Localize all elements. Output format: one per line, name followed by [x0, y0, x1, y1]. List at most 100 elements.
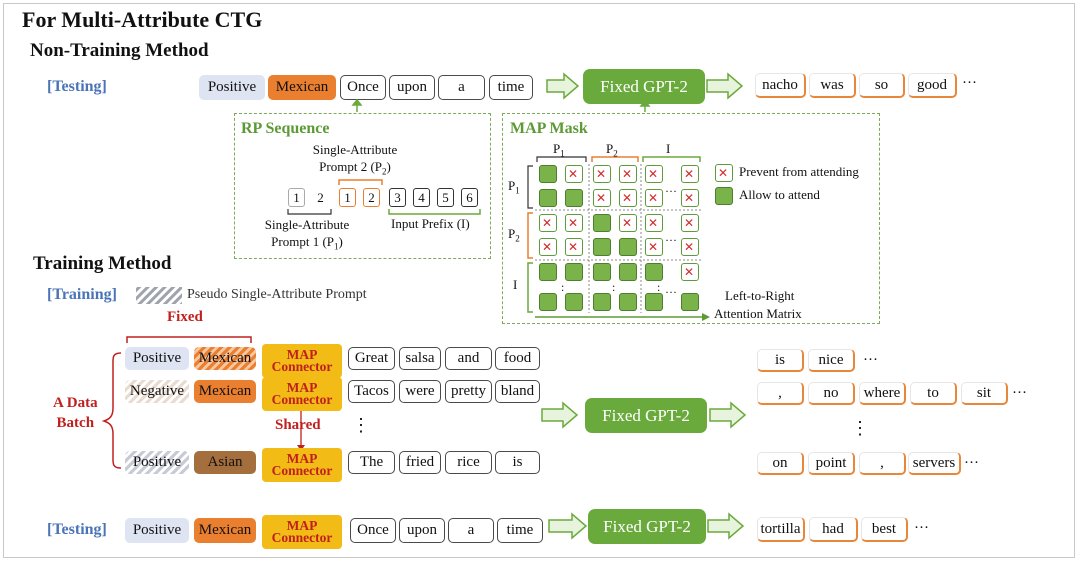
mask-cell-prevent: [539, 214, 557, 232]
rp-num: 2: [317, 189, 324, 205]
mask-cell-prevent: [619, 189, 637, 207]
fixed-gpt2-block: Fixed GPT-2: [583, 69, 705, 104]
input-token: is: [495, 451, 540, 474]
output-token: on: [757, 452, 804, 475]
rp-sequence-title: RP Sequence: [241, 120, 330, 137]
mask-cell-allow: [619, 293, 637, 311]
fixed-label: Fixed: [167, 309, 203, 325]
output-token: best: [861, 517, 908, 542]
arrow-right-icon: [709, 401, 747, 429]
output-token: had: [809, 517, 858, 542]
mask-cell-prevent: [565, 214, 583, 232]
attr-mexican: Mexican: [194, 518, 256, 543]
mask-cell-allow: [539, 165, 557, 183]
mask-cell-allow: [565, 263, 583, 281]
map-connector: MAP Connector: [262, 515, 342, 549]
row-label-i: I: [513, 277, 518, 292]
mask-cell-allow: [681, 293, 699, 311]
attr-mexican-pseudo: Mexican: [194, 347, 256, 370]
ellipsis: ···: [863, 352, 878, 368]
output-token: is: [757, 349, 804, 372]
input-token: fried: [399, 451, 441, 474]
map-connector: MAP Connector: [262, 377, 342, 411]
map-mask-title: MAP Mask: [510, 120, 588, 137]
attr-positive-pseudo: Positive: [125, 451, 189, 474]
attr-asian: Asian: [194, 451, 256, 474]
arrow-right-icon: [541, 401, 579, 429]
map-connector: MAP Connector: [262, 448, 342, 482]
mask-cell-prevent: [681, 263, 699, 281]
row-label-p2: P2: [508, 226, 520, 244]
input-token: salsa: [399, 347, 441, 370]
input-token: bland: [495, 380, 540, 403]
rp-num: 4: [413, 188, 430, 207]
output-token: servers: [908, 452, 961, 475]
mask-cell-prevent: [681, 238, 699, 256]
testing-label: [Testing]: [47, 521, 107, 538]
row-label-p1: P1: [508, 178, 520, 196]
mask-cell-prevent: [619, 165, 637, 183]
mask-cell-allow: [593, 214, 611, 232]
vdots: ⋮: [352, 415, 370, 435]
ellipsis: ···: [914, 520, 929, 536]
col-label-i: I: [666, 141, 671, 156]
output-token: ,: [859, 452, 906, 475]
mask-cell-prevent: [645, 165, 663, 183]
mask-cell-allow: [593, 263, 611, 281]
output-token: to: [910, 382, 957, 405]
input-token: The: [348, 451, 395, 474]
mask-cell-prevent: [645, 189, 663, 207]
mask-cell-allow: [593, 238, 611, 256]
mask-ellipsis: ···: [665, 285, 677, 299]
mask-cell-prevent: [565, 238, 583, 256]
mask-cell-allow: [565, 293, 583, 311]
mask-cell-allow: [593, 293, 611, 311]
legend-prevent-label: Prevent from attending: [739, 164, 859, 179]
mask-cell-prevent: [681, 214, 699, 232]
vdots: ⋮: [851, 418, 869, 438]
attr-mexican: Mexican: [194, 380, 256, 403]
mask-cell-allow: [645, 293, 663, 311]
rp-num: 2: [363, 188, 380, 207]
mask-cell-prevent: [593, 165, 611, 183]
arrow-right-icon: [546, 72, 580, 100]
mask-cell-prevent: [539, 238, 557, 256]
output-token: so: [859, 73, 905, 98]
pseudo-swatch: [136, 287, 182, 304]
rp-num: 5: [437, 188, 454, 207]
training-heading: Training Method: [33, 253, 172, 274]
input-token: upon: [399, 518, 445, 543]
arrow-right-icon: [706, 72, 744, 100]
matrix-label-1: Left-to-Right: [725, 288, 795, 303]
mask-cell-prevent: [619, 214, 637, 232]
attr-positive: Positive: [125, 518, 189, 543]
mask-ellipsis: ···: [665, 184, 677, 198]
input-token: food: [495, 347, 540, 370]
mask-cell-allow: [619, 238, 637, 256]
ellipsis: ···: [1012, 385, 1027, 401]
mask-ellipsis: ···: [665, 233, 677, 247]
output-token: where: [859, 382, 906, 405]
fixed-gpt2-block: Fixed GPT-2: [588, 509, 706, 544]
mask-cell-prevent: [645, 238, 663, 256]
arrow-right-icon: [548, 512, 588, 540]
mask-ellipsis: :: [657, 280, 661, 294]
mask-cell-allow: [565, 189, 583, 207]
rp-num: 1: [339, 188, 356, 207]
legend-allow-swatch: [715, 187, 733, 205]
attr-positive: Positive: [125, 347, 189, 370]
fixed-gpt2-block: Fixed GPT-2: [585, 398, 707, 433]
input-prefix-label: Input Prefix (I): [391, 216, 470, 231]
mask-cell-allow: [539, 263, 557, 281]
rp-num: 3: [389, 188, 406, 207]
output-token: good: [908, 73, 957, 98]
training-label: [Training]: [47, 286, 117, 303]
p2-label: Single-Attribute Prompt 2 (P2): [312, 142, 398, 177]
input-token: were: [399, 380, 441, 403]
mask-cell-allow: [539, 293, 557, 311]
input-token: and: [445, 347, 492, 370]
mask-cell-prevent: [593, 189, 611, 207]
attr-negative-pseudo: Negative: [125, 380, 189, 403]
mask-cell-prevent: [565, 165, 583, 183]
output-token: nacho: [755, 73, 806, 98]
